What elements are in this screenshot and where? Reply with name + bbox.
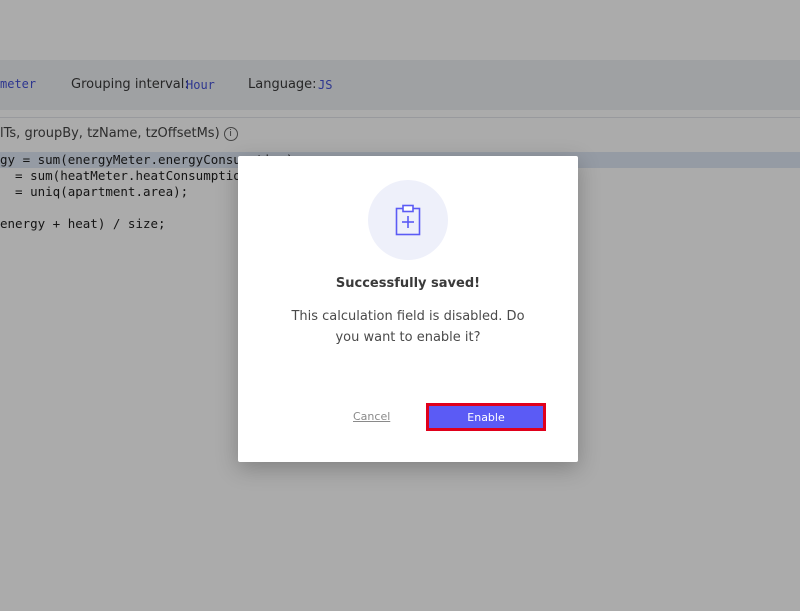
- cancel-button[interactable]: Cancel: [353, 410, 390, 423]
- dialog-title: Successfully saved!: [335, 276, 481, 291]
- enable-button[interactable]: Enable: [426, 403, 546, 431]
- clipboard-plus-icon: [395, 204, 421, 236]
- dialog-message: This calculation field is disabled. Do y…: [291, 309, 525, 345]
- icon-badge: [368, 180, 448, 260]
- save-confirmation-dialog: Successfully saved! This calculation fie…: [238, 156, 578, 462]
